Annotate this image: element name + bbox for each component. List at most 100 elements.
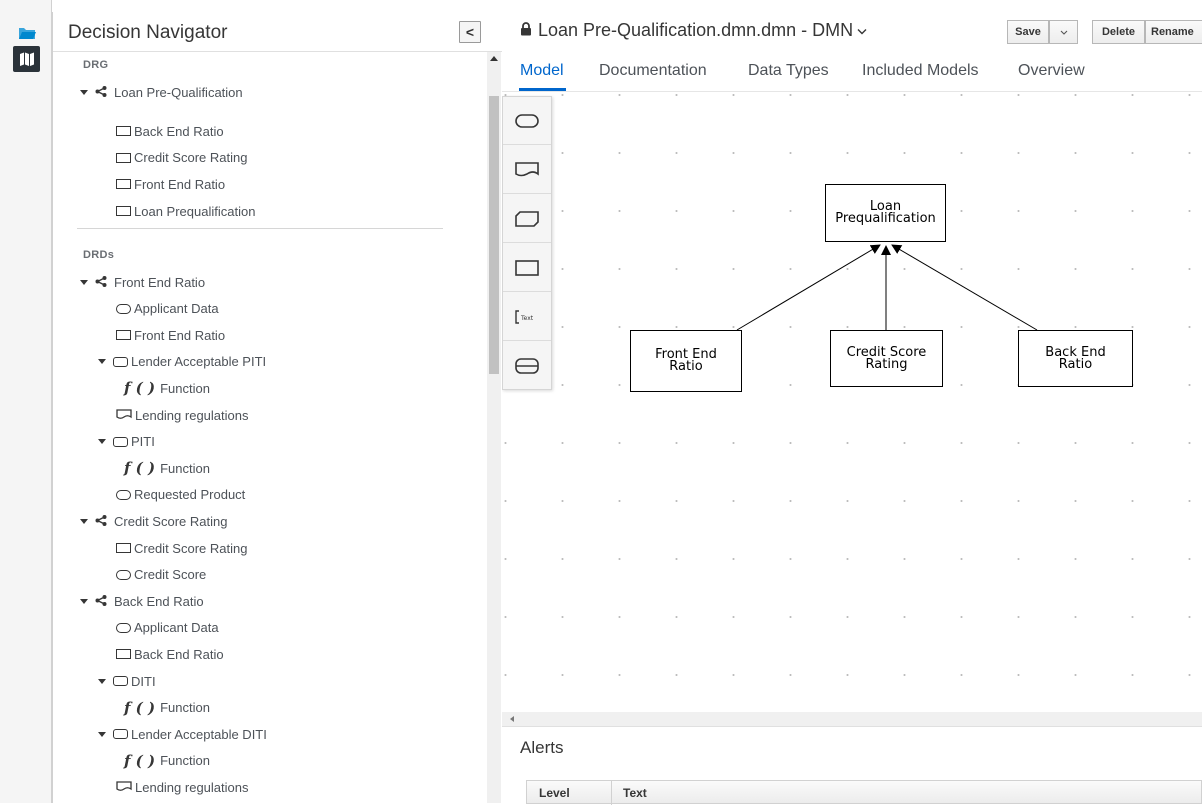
tree-item-label: Applicant Data xyxy=(134,301,219,317)
tree-item[interactable]: Credit Score xyxy=(116,562,206,588)
tree-item[interactable]: f ( ) Function xyxy=(124,748,210,774)
tab-overview[interactable]: Overview xyxy=(1018,62,1085,80)
left-rail xyxy=(0,0,52,803)
tree-item-label: Function xyxy=(160,380,210,396)
tree-item-label: Lending regulations xyxy=(135,407,249,423)
chevron-down-icon[interactable] xyxy=(857,24,867,38)
save-dropdown-button[interactable] xyxy=(1049,20,1078,44)
tree-item-label: Front End Ratio xyxy=(134,176,226,192)
tree-item[interactable]: f ( ) Function xyxy=(124,375,210,401)
canvas-horizontal-scrollbar[interactable] xyxy=(502,712,1202,726)
svg-text:Text: Text xyxy=(520,315,534,322)
knowledge-source-tool-icon[interactable] xyxy=(503,146,551,194)
tree-item-label: Function xyxy=(160,753,210,769)
input-data-tool-icon[interactable] xyxy=(503,97,551,145)
requirement-edge[interactable] xyxy=(736,244,881,331)
knowledge-source-icon xyxy=(116,780,132,795)
tree-item[interactable]: Back End Ratio xyxy=(116,641,224,667)
share-icon xyxy=(95,275,107,290)
caret-down-icon[interactable] xyxy=(80,598,88,604)
tree-item-label: Credit Score Rating xyxy=(134,150,248,166)
decision-node-credit-score-rating[interactable]: Credit Score Rating xyxy=(830,330,943,387)
column-header-level[interactable]: Level xyxy=(539,786,570,800)
tree-item[interactable]: f ( ) Function xyxy=(124,455,210,481)
caret-down-icon[interactable] xyxy=(80,518,88,524)
requirement-edge[interactable] xyxy=(891,244,1038,331)
navigator-header: Decision Navigator < xyxy=(53,12,502,52)
save-button[interactable]: Save xyxy=(1007,20,1049,44)
decision-tool-icon[interactable] xyxy=(503,244,551,292)
chevron-down-icon xyxy=(1060,30,1067,35)
bkm-icon xyxy=(113,436,128,447)
editor-title[interactable]: Loan Pre-Qualification.dmn.dmn - DMN xyxy=(520,20,867,41)
caret-down-icon[interactable] xyxy=(80,279,88,285)
tab-included-models[interactable]: Included Models xyxy=(862,62,979,80)
tree-item[interactable]: Credit Score Rating xyxy=(116,535,247,561)
input-data-icon xyxy=(116,489,131,500)
chevron-left-icon: < xyxy=(465,24,475,40)
tab-documentation[interactable]: Documentation xyxy=(599,62,707,80)
tree-item-label: Lender Acceptable PITI xyxy=(131,354,267,370)
decision-navigator-panel: Decision Navigator < DRG Loan Pre-Qualif… xyxy=(52,12,502,803)
tree-item[interactable]: DITI xyxy=(98,668,156,694)
tree-item-drd[interactable]: Credit Score Rating xyxy=(80,508,227,534)
tree-item-drg[interactable]: Loan Prequalification xyxy=(116,198,255,224)
folder-icon[interactable] xyxy=(13,20,40,46)
tree-item[interactable]: Lender Acceptable PITI xyxy=(98,349,266,375)
active-tab-indicator xyxy=(519,88,566,91)
scrollbar-thumb[interactable] xyxy=(489,96,499,374)
delete-button[interactable]: Delete xyxy=(1092,20,1145,44)
map-icon[interactable] xyxy=(13,46,40,72)
rename-button[interactable]: Rename xyxy=(1145,20,1202,44)
caret-down-icon[interactable] xyxy=(98,678,106,684)
scroll-left-icon[interactable] xyxy=(510,716,514,722)
decision-node-back-end-ratio[interactable]: Back End Ratio xyxy=(1018,330,1133,387)
navigator-scrollbar[interactable] xyxy=(487,52,501,803)
tree-item-drg[interactable]: Back End Ratio xyxy=(116,118,224,144)
tree-item[interactable]: Front End Ratio xyxy=(116,322,225,348)
tree-item[interactable]: PITI xyxy=(98,429,155,455)
decision-service-tool-icon[interactable] xyxy=(503,342,551,390)
decision-node-loan-prequalification[interactable]: Loan Prequalification xyxy=(825,184,946,242)
tree-item-label: Front End Ratio xyxy=(114,274,206,290)
collapse-navigator-button[interactable]: < xyxy=(459,21,481,43)
editor-tabs: Model Documentation Data Types Included … xyxy=(502,52,1202,92)
tree-item[interactable]: f ( ) Function xyxy=(124,695,210,721)
tree-item[interactable]: Applicant Data xyxy=(116,296,219,322)
tree-item-label: Credit Score Rating xyxy=(134,540,248,556)
decision-icon xyxy=(116,543,131,553)
tree-item[interactable]: Lending regulations xyxy=(116,774,248,800)
caret-down-icon[interactable] xyxy=(98,359,106,365)
node-label-line: Ratio xyxy=(669,359,703,374)
column-separator xyxy=(611,781,612,805)
tree-item-drd[interactable]: Front End Ratio xyxy=(80,269,205,295)
text-annotation-tool-icon[interactable]: Text xyxy=(503,293,551,341)
tree-item[interactable]: Applicant Data xyxy=(116,615,219,641)
navigator-title: Decision Navigator xyxy=(68,22,228,43)
scroll-up-icon[interactable] xyxy=(490,56,498,61)
tree-item[interactable]: Requested Product xyxy=(116,482,245,508)
bkm-tool-icon[interactable] xyxy=(503,195,551,243)
tree-item-drd[interactable]: Back End Ratio xyxy=(80,588,204,614)
column-header-text[interactable]: Text xyxy=(623,786,647,800)
knowledge-source-icon xyxy=(116,408,132,423)
caret-down-icon[interactable] xyxy=(98,439,106,445)
tree-item-label: Credit Score xyxy=(134,567,207,583)
tab-model[interactable]: Model xyxy=(520,62,564,80)
shape-palette: Text xyxy=(502,96,552,390)
tab-data-types[interactable]: Data Types xyxy=(748,62,829,80)
bkm-icon xyxy=(113,356,128,367)
tree-item-drg[interactable]: Front End Ratio xyxy=(116,171,225,197)
caret-down-icon[interactable] xyxy=(98,731,106,737)
node-label-line: Rating xyxy=(865,356,908,372)
tree-item-drg[interactable]: Credit Score Rating xyxy=(116,145,247,171)
decision-icon xyxy=(116,126,131,136)
input-data-icon xyxy=(116,569,131,580)
tree-item[interactable]: Lending regulations xyxy=(116,402,248,428)
tree-item-drg-root[interactable]: Loan Pre-Qualification xyxy=(80,79,243,105)
tree-item[interactable]: Lender Acceptable DITI xyxy=(98,721,267,747)
diagram-canvas[interactable]: Loan Prequalification Front End Ratio Cred… xyxy=(502,92,1202,712)
caret-down-icon[interactable] xyxy=(80,89,88,95)
tree-item-label: Function xyxy=(160,460,210,476)
decision-node-front-end-ratio[interactable]: Front End Ratio xyxy=(630,330,742,392)
